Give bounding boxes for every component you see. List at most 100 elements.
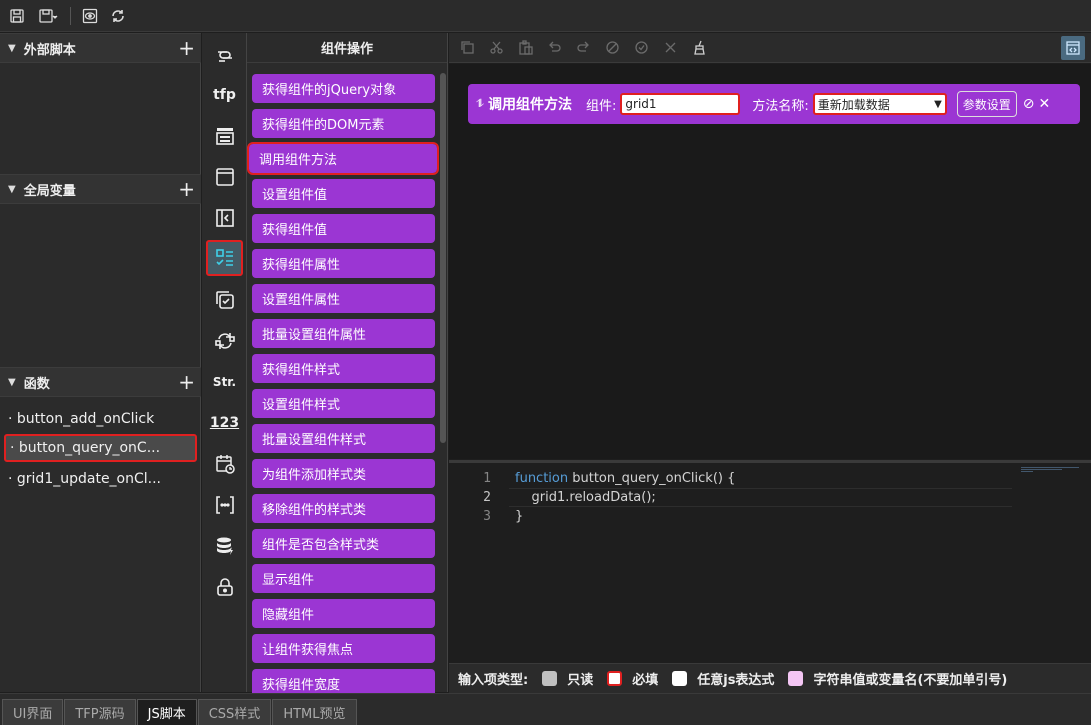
- database-icon[interactable]: [206, 528, 243, 564]
- checkbox-copy-icon[interactable]: [206, 282, 243, 318]
- collapse-triangle-icon[interactable]: ▼: [8, 43, 16, 54]
- save-as-icon[interactable]: [34, 5, 62, 27]
- function-item[interactable]: · button_add_onClick: [4, 405, 197, 433]
- code-scrollbar[interactable]: [1081, 465, 1089, 661]
- component-ops-icon[interactable]: [206, 240, 243, 276]
- method-name-label: 方法名称:: [752, 98, 809, 114]
- op-button[interactable]: 组件是否包含样式类: [252, 529, 435, 558]
- op-button[interactable]: 批量设置组件样式: [252, 424, 435, 453]
- collapse-triangle-icon[interactable]: ▼: [8, 184, 16, 195]
- drag-handle-icon[interactable]: ⥮: [476, 97, 484, 111]
- component-ops-panel: 组件操作 获得组件的jQuery对象 获得组件的DOM元素调用组件方法设置组件值获…: [247, 33, 448, 698]
- code-keyword: function: [515, 471, 569, 486]
- function-item-selected[interactable]: · button_query_onC...: [4, 434, 197, 462]
- panel-collapse-icon[interactable]: [206, 200, 243, 236]
- section-external-scripts[interactable]: ▼ 外部脚本 +: [0, 33, 201, 63]
- op-button[interactable]: 为组件添加样式类: [252, 459, 435, 488]
- clean-brush-icon[interactable]: [689, 38, 709, 58]
- op-button[interactable]: 批量设置组件属性: [252, 319, 435, 348]
- paste-icon[interactable]: [515, 38, 535, 58]
- tab-js-script[interactable]: JS脚本: [136, 699, 197, 725]
- readonly-swatch: [542, 671, 558, 686]
- window-icon[interactable]: [206, 159, 243, 195]
- number-icon[interactable]: 123: [206, 405, 243, 441]
- tab-html-preview[interactable]: HTML预览: [272, 699, 357, 725]
- tab-css-style[interactable]: CSS样式: [197, 699, 272, 725]
- string-or-variable-swatch: [788, 671, 804, 686]
- section-title: 全局变量: [23, 183, 76, 199]
- legend-label: 任意js表达式: [697, 673, 775, 688]
- method-name-value: 重新加载数据: [817, 97, 890, 112]
- refresh-loop-icon[interactable]: [206, 323, 243, 359]
- code-view-toggle-icon[interactable]: [1061, 36, 1085, 60]
- save-icon[interactable]: [6, 5, 28, 27]
- code-minimap[interactable]: [1021, 467, 1079, 473]
- op-button[interactable]: 获得组件属性: [252, 249, 435, 278]
- op-button[interactable]: 移除组件的样式类: [252, 494, 435, 523]
- legend-label: 字符串值或变量名(不要加单引号): [813, 673, 1008, 688]
- disable-block-icon[interactable]: ⊘: [1023, 96, 1035, 112]
- section-global-variables[interactable]: ▼ 全局变量 +: [0, 174, 201, 204]
- add-global-variable-button[interactable]: +: [178, 178, 195, 200]
- editor-toolbar: [449, 33, 1091, 63]
- tab-tfp-source[interactable]: TFP源码: [64, 699, 136, 725]
- ops-scrollbar[interactable]: [440, 73, 446, 443]
- legend-label: 必填: [632, 673, 659, 688]
- input-type-legend: 输入项类型: 只读 必填 任意js表达式 字符串值或变量名(不要加单引号): [449, 663, 1091, 693]
- tfp-icon[interactable]: tfp: [206, 77, 243, 113]
- op-button[interactable]: 调用组件方法: [247, 142, 439, 175]
- preview-icon[interactable]: [79, 5, 101, 27]
- string-icon[interactable]: Str.: [206, 364, 243, 400]
- form-icon[interactable]: [206, 118, 243, 154]
- line-number: 3: [483, 509, 491, 524]
- op-button[interactable]: 设置组件属性: [252, 284, 435, 313]
- delete-icon[interactable]: [660, 38, 680, 58]
- op-button[interactable]: 隐藏组件: [252, 599, 435, 628]
- method-name-select[interactable]: 重新加载数据 ▼: [812, 93, 947, 115]
- chevron-down-icon: ▼: [934, 98, 942, 110]
- code-text: button_query_onClick() {: [568, 471, 736, 486]
- enable-check-icon[interactable]: [631, 38, 651, 58]
- tab-ui[interactable]: UI界面: [2, 699, 64, 725]
- array-icon[interactable]: [206, 487, 243, 523]
- disable-icon[interactable]: [602, 38, 622, 58]
- copy-icon[interactable]: [457, 38, 477, 58]
- op-button[interactable]: 获得组件的DOM元素: [252, 109, 435, 138]
- function-item[interactable]: · grid1_update_onCl...: [4, 465, 197, 493]
- add-external-script-button[interactable]: +: [178, 37, 195, 59]
- add-function-button[interactable]: +: [178, 371, 195, 393]
- collapse-triangle-icon[interactable]: ▼: [8, 377, 16, 388]
- ops-panel-title: 组件操作: [247, 33, 447, 63]
- op-button[interactable]: 设置组件样式: [252, 389, 435, 418]
- link-icon[interactable]: [206, 37, 243, 73]
- section-functions[interactable]: ▼ 函数 +: [0, 367, 201, 397]
- block-title: 调用组件方法: [488, 97, 572, 113]
- op-button[interactable]: 获得组件的jQuery对象: [252, 74, 435, 103]
- top-toolbar: [0, 0, 1091, 32]
- code-editor[interactable]: 1 2 3 function button_query_onClick() { …: [449, 460, 1091, 660]
- call-method-block[interactable]: ⥮ 调用组件方法 组件: grid1 方法名称: 重新加载数据 ▼ 参数设置 ⊘…: [468, 84, 1080, 124]
- bottom-tabs: UI界面 TFP源码 JS脚本 CSS样式 HTML预览: [0, 693, 1091, 725]
- op-button[interactable]: 显示组件: [252, 564, 435, 593]
- op-button[interactable]: 让组件获得焦点: [252, 634, 435, 663]
- section-title: 外部脚本: [23, 42, 76, 58]
- toolbar-divider: [70, 6, 71, 25]
- op-button[interactable]: 获得组件样式: [252, 354, 435, 383]
- undo-icon[interactable]: [544, 38, 564, 58]
- cut-icon[interactable]: [486, 38, 506, 58]
- refresh-icon[interactable]: [107, 5, 129, 27]
- op-button[interactable]: 设置组件值: [252, 179, 435, 208]
- redo-icon[interactable]: [573, 38, 593, 58]
- op-button[interactable]: 获得组件值: [252, 214, 435, 243]
- param-settings-button[interactable]: 参数设置: [956, 91, 1017, 117]
- app-window: ▼ 外部脚本 + ▼ 全局变量 + ▼ 函数 + · button_add_on…: [0, 0, 1091, 725]
- script-canvas[interactable]: ⥮ 调用组件方法 组件: grid1 方法名称: 重新加载数据 ▼ 参数设置 ⊘…: [449, 64, 1091, 459]
- component-input[interactable]: grid1: [620, 93, 741, 115]
- lock-icon[interactable]: [206, 569, 243, 605]
- category-icon-strip: tfp Str. 123: [202, 33, 247, 692]
- close-block-icon[interactable]: ✕: [1039, 96, 1051, 112]
- section-title: 函数: [23, 376, 50, 392]
- required-swatch: [607, 671, 623, 686]
- calendar-clock-icon[interactable]: [206, 446, 243, 482]
- code-line-2: grid1.reloadData();: [515, 490, 656, 505]
